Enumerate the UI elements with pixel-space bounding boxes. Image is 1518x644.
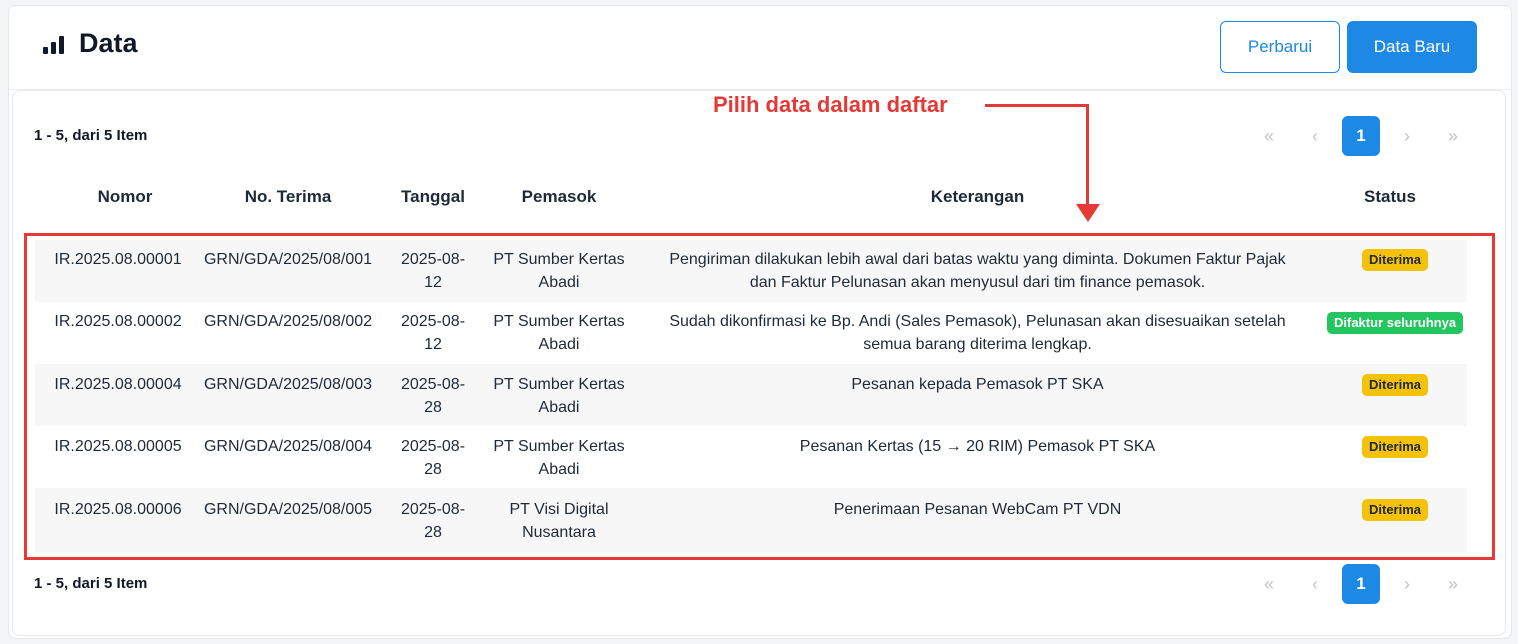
selection-highlight-box <box>24 233 1495 560</box>
prev-page-button[interactable]: ‹ <box>1296 116 1334 156</box>
pagination-bottom: « ‹ 1 › » <box>1250 564 1480 604</box>
prev-page-button[interactable]: ‹ <box>1296 564 1334 604</box>
last-page-button[interactable]: » <box>1434 116 1472 156</box>
column-header-status[interactable]: Status <box>1320 187 1460 207</box>
column-header-pemasok[interactable]: Pemasok <box>484 187 634 207</box>
arrow-down-icon <box>1076 204 1100 222</box>
pagination-top: « ‹ 1 › » <box>1250 116 1480 156</box>
refresh-button[interactable]: Perbarui <box>1220 21 1340 73</box>
page-1-button[interactable]: 1 <box>1342 564 1380 604</box>
annotation-label: Pilih data dalam daftar <box>713 92 948 117</box>
page-1-button[interactable]: 1 <box>1342 116 1380 156</box>
annotation-arrow-line <box>1086 104 1089 208</box>
column-header-no-terima[interactable]: No. Terima <box>200 187 376 207</box>
item-count-bottom: 1 - 5, dari 5 Item <box>34 575 148 592</box>
item-count-top: 1 - 5, dari 5 Item <box>34 127 148 144</box>
column-header-tanggal[interactable]: Tanggal <box>388 187 478 207</box>
first-page-button[interactable]: « <box>1250 564 1288 604</box>
first-page-button[interactable]: « <box>1250 116 1288 156</box>
next-page-button[interactable]: › <box>1388 564 1426 604</box>
page-title: Data <box>79 28 138 58</box>
annotation-arrow-line <box>985 104 1089 107</box>
column-header-keterangan[interactable]: Keterangan <box>645 187 1310 207</box>
new-data-button[interactable]: Data Baru <box>1347 21 1477 73</box>
page-title-wrap: Data <box>43 28 138 59</box>
next-page-button[interactable]: › <box>1388 116 1426 156</box>
card-header: Data Perbarui Data Baru <box>9 6 1511 90</box>
column-header-nomor[interactable]: Nomor <box>55 187 195 207</box>
bar-chart-icon <box>43 34 65 54</box>
last-page-button[interactable]: » <box>1434 564 1472 604</box>
